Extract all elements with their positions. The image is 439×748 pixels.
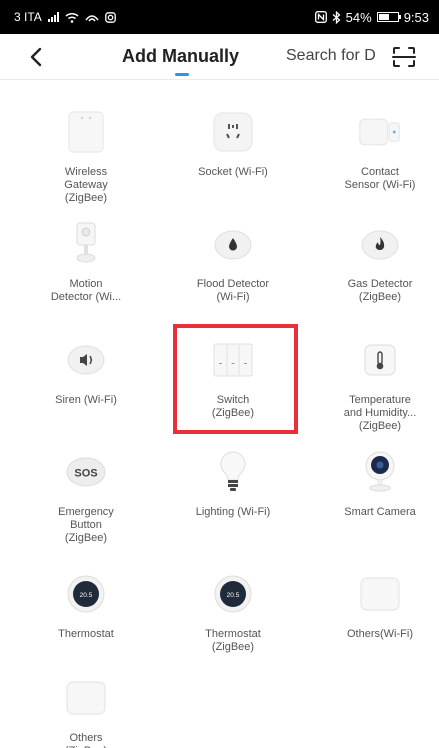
wifi-icon [65, 12, 79, 23]
battery-percent: 54% [345, 9, 372, 25]
device-emergency-button[interactable]: SOS Emergency Button (ZigBee) [13, 450, 159, 545]
speaker-icon [64, 338, 108, 382]
motion-detector-icon [64, 222, 108, 266]
sos-icon: SOS [64, 450, 108, 494]
bluetooth-icon [332, 10, 341, 24]
camera-icon [358, 450, 402, 494]
device-label: Temperature and Humidity... (ZigBee) [343, 394, 417, 432]
device-label: Socket (Wi-Fi) [198, 166, 268, 178]
thermometer-icon [358, 338, 402, 382]
device-flood-detector[interactable]: Flood Detector (Wi-Fi) [160, 222, 306, 304]
device-temperature-humidity[interactable]: Temperature and Humidity... (ZigBee) [307, 338, 439, 433]
device-label: Gas Detector (ZigBee) [347, 278, 413, 303]
contact-sensor-icon [358, 110, 402, 154]
wall-switch-icon [211, 338, 255, 382]
device-label: Flood Detector (Wi-Fi) [196, 278, 270, 303]
device-thermostat-zigbee[interactable]: 20.5 Thermostat (ZigBee) [160, 572, 306, 654]
status-bar: 3 ITA 54% 9:53 [0, 0, 439, 34]
device-label: Siren (Wi-Fi) [55, 394, 117, 406]
device-others-wifi[interactable]: Others(Wi-Fi) [307, 572, 439, 641]
thermostat-icon: 20.5 [211, 572, 255, 616]
tab-search-for-device[interactable]: Search for D [286, 47, 382, 65]
light-bulb-icon [211, 450, 255, 494]
scan-button[interactable] [392, 46, 416, 68]
device-label: Others(Wi-Fi) [347, 628, 413, 640]
thermostat-reading: 20.5 [80, 592, 93, 599]
app-header: Add Manually Search for D [0, 34, 439, 80]
generic-device-icon [358, 572, 402, 616]
thermostat-icon: 20.5 [64, 572, 108, 616]
active-tab-indicator [175, 73, 189, 76]
socket-icon [211, 110, 255, 154]
data-saver-icon [85, 14, 99, 21]
device-others-zigbee[interactable]: Others (ZigBee) [13, 676, 159, 748]
svg-text:SOS: SOS [74, 468, 97, 480]
device-label: Others (ZigBee) [65, 732, 107, 748]
device-label: Wireless Gateway (ZigBee) [64, 166, 108, 204]
device-label: Lighting (Wi-Fi) [195, 506, 271, 518]
device-contact-sensor[interactable]: Contact Sensor (Wi-Fi) [307, 110, 439, 192]
device-wireless-gateway[interactable]: Wireless Gateway (ZigBee) [13, 110, 159, 205]
nfc-icon [314, 11, 327, 23]
device-label: Motion Detector (Wi... [50, 278, 122, 303]
clock: 9:53 [403, 9, 429, 25]
flame-icon [358, 222, 402, 266]
device-label: Contact Sensor (Wi-Fi) [344, 166, 416, 191]
device-siren[interactable]: Siren (Wi-Fi) [13, 338, 159, 407]
device-label: Switch (ZigBee) [211, 394, 255, 419]
device-label: Thermostat [58, 628, 114, 640]
signal-icon [47, 12, 59, 22]
scan-icon [392, 47, 416, 67]
device-thermostat[interactable]: 20.5 Thermostat [13, 572, 159, 641]
device-label: Emergency Button (ZigBee) [58, 506, 114, 544]
water-drop-icon [211, 222, 255, 266]
chevron-left-icon [30, 47, 42, 67]
gateway-icon [64, 110, 108, 154]
thermostat-reading: 20.5 [227, 592, 240, 599]
device-label: Thermostat (ZigBee) [205, 628, 261, 653]
device-motion-detector[interactable]: Motion Detector (Wi... [13, 222, 159, 304]
device-gas-detector[interactable]: Gas Detector (ZigBee) [307, 222, 439, 304]
device-smart-camera[interactable]: Smart Camera [307, 450, 439, 519]
device-lighting[interactable]: Lighting (Wi-Fi) [160, 450, 306, 519]
instagram-icon [104, 11, 116, 23]
carrier-label: 3 ITA [14, 10, 42, 24]
device-label: Smart Camera [344, 506, 416, 518]
back-button[interactable] [22, 42, 50, 72]
generic-device-icon [64, 676, 108, 720]
battery-icon [376, 12, 401, 22]
device-switch[interactable]: Switch (ZigBee) [160, 338, 306, 420]
device-socket[interactable]: Socket (Wi-Fi) [160, 110, 306, 179]
tab-add-manually[interactable]: Add Manually [122, 46, 239, 67]
